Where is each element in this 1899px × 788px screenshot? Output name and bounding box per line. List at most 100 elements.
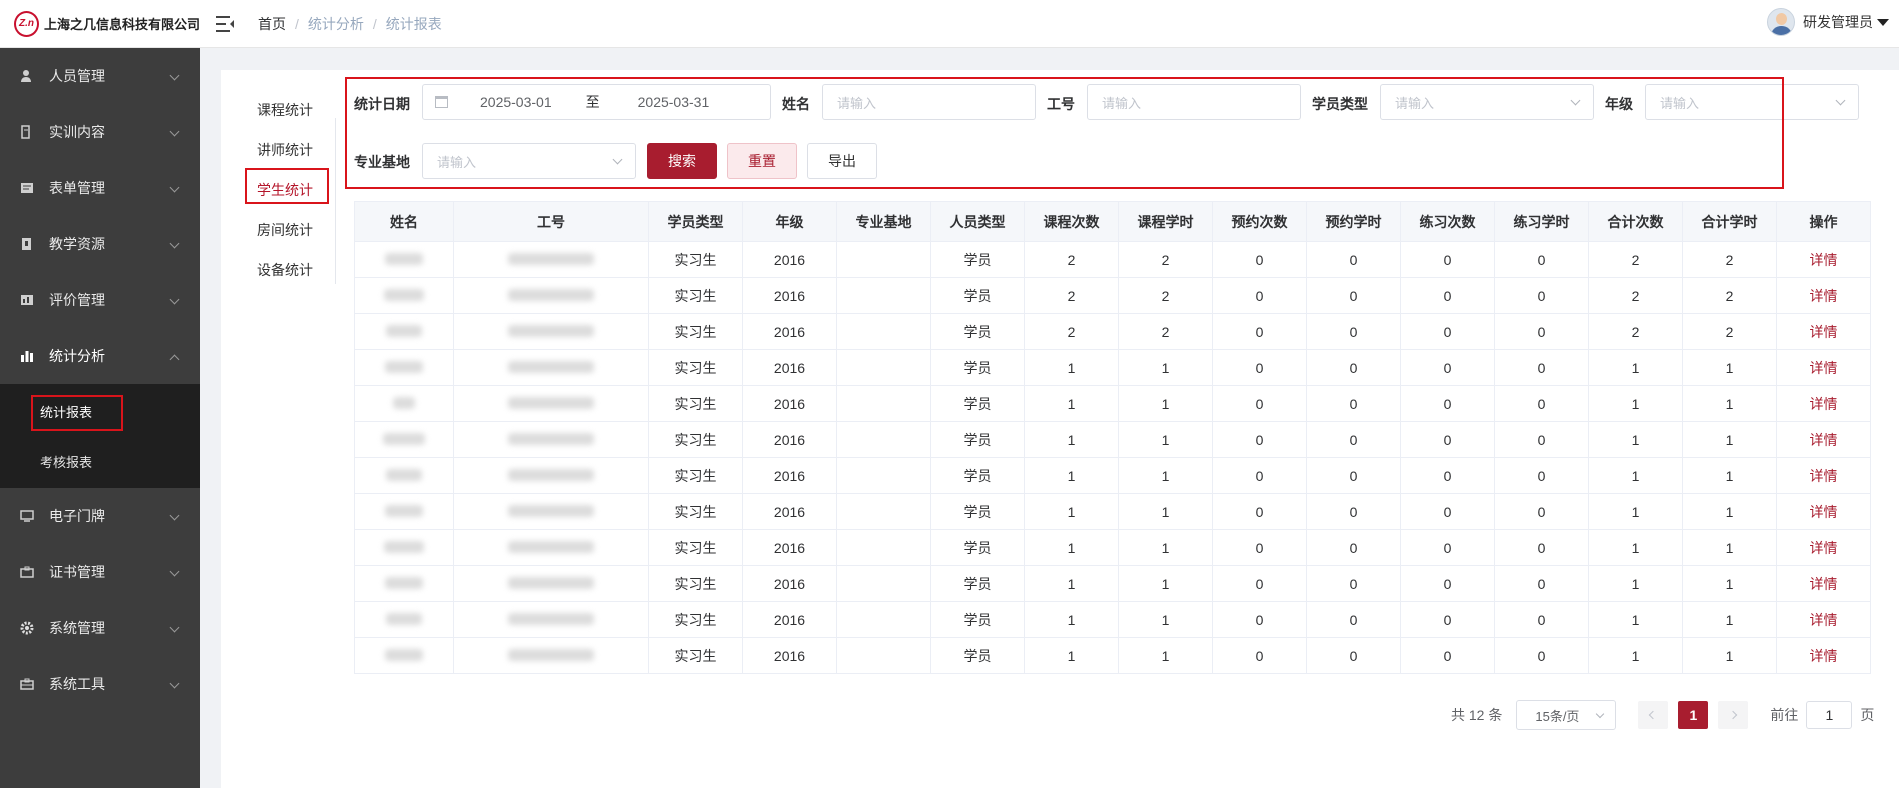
- menu-toggle-icon[interactable]: [216, 15, 234, 32]
- table-cell: 0: [1306, 529, 1401, 566]
- tab-student-stats[interactable]: 学生统计: [245, 170, 325, 210]
- table-cell: 0: [1212, 349, 1307, 386]
- detail-link[interactable]: 详情: [1810, 288, 1838, 304]
- table-cell: 1: [1682, 385, 1777, 422]
- cell-id-redacted: [453, 421, 649, 458]
- detail-link[interactable]: 详情: [1810, 540, 1838, 556]
- table-cell: 0: [1494, 385, 1589, 422]
- table-cell: 1: [1024, 565, 1119, 602]
- table-cell: 1: [1024, 637, 1119, 674]
- table-cell: 0: [1494, 457, 1589, 494]
- detail-link[interactable]: 详情: [1810, 468, 1838, 484]
- table-cell: 0: [1212, 565, 1307, 602]
- table-cell: 0: [1400, 421, 1495, 458]
- goto-page-input[interactable]: 1: [1806, 701, 1853, 729]
- chevron-down-icon: [169, 182, 180, 193]
- sidebar-item-resources[interactable]: 教学资源: [0, 216, 200, 272]
- sidebar-item-door-sign[interactable]: 电子门牌: [0, 488, 200, 544]
- id-placeholder: 请输入: [1102, 95, 1142, 111]
- tab-teacher-stats[interactable]: 讲师统计: [245, 130, 325, 170]
- date-end-value[interactable]: 2025-03-31: [638, 94, 710, 110]
- id-label: 工号: [1047, 96, 1075, 112]
- detail-link[interactable]: 详情: [1810, 648, 1838, 664]
- export-button[interactable]: 导出: [807, 143, 877, 179]
- sidebar-item-statistics[interactable]: 统计分析: [0, 328, 200, 384]
- table-cell: 1: [1024, 457, 1119, 494]
- table-cell: 学员: [930, 637, 1025, 674]
- detail-link[interactable]: 详情: [1810, 396, 1838, 412]
- type-select[interactable]: 请输入: [1380, 84, 1594, 120]
- table-cell: 学员: [930, 421, 1025, 458]
- table-cell: 0: [1400, 241, 1495, 278]
- table-cell: 实习生: [648, 457, 743, 494]
- chevron-down-icon: [1596, 709, 1605, 719]
- cell-id-redacted: [453, 277, 649, 314]
- page-size-select[interactable]: 15条/页: [1516, 700, 1617, 730]
- breadcrumb-home[interactable]: 首页: [258, 14, 286, 34]
- table-cell: 1: [1682, 493, 1777, 530]
- chevron-down-icon: [169, 566, 180, 577]
- detail-link[interactable]: 详情: [1810, 360, 1838, 376]
- table-cell: 0: [1494, 493, 1589, 530]
- table-cell: 0: [1306, 637, 1401, 674]
- tab-device-stats[interactable]: 设备统计: [245, 250, 325, 290]
- tab-room-stats[interactable]: 房间统计: [245, 210, 325, 250]
- page-size-value: 15条/页: [1535, 708, 1580, 724]
- sidebar-subitem-assessment[interactable]: 考核报表: [0, 436, 200, 486]
- chevron-down-icon: [169, 126, 180, 137]
- name-placeholder: 请输入: [837, 95, 877, 111]
- sidebar-item-system[interactable]: 系统管理: [0, 600, 200, 656]
- table-cell: 2016: [742, 313, 837, 350]
- prev-page-button[interactable]: [1638, 701, 1669, 729]
- table-cell: 学员: [930, 277, 1025, 314]
- table-cell: 0: [1306, 349, 1401, 386]
- date-start-value[interactable]: 2025-03-01: [480, 94, 552, 110]
- detail-link[interactable]: 详情: [1810, 432, 1838, 448]
- sidebar-item-evaluation[interactable]: 评价管理: [0, 272, 200, 328]
- cell-id-redacted: [453, 601, 649, 638]
- table-cell: 1: [1024, 421, 1119, 458]
- detail-link[interactable]: 详情: [1810, 324, 1838, 340]
- cell-action: 详情: [1776, 565, 1871, 602]
- sidebar-item-certificates[interactable]: 证书管理: [0, 544, 200, 600]
- next-page-button[interactable]: [1718, 701, 1749, 729]
- table-cell: 0: [1400, 565, 1495, 602]
- detail-link[interactable]: 详情: [1810, 504, 1838, 520]
- cell-name-redacted: [354, 313, 454, 350]
- id-input[interactable]: 请输入: [1087, 84, 1301, 120]
- table-cell: 2: [1682, 241, 1777, 278]
- logo[interactable]: Z.n 上海之几信息科技有限公司: [0, 10, 200, 37]
- table-header-row: 姓名 工号 学员类型 年级 专业基地 人员类型 课程次数 课程学时 预约次数 预…: [354, 201, 1871, 242]
- column-header: 课程学时: [1118, 201, 1213, 242]
- date-separator: 至: [585, 94, 600, 110]
- sidebar-subitem-report[interactable]: 统计报表: [0, 386, 200, 436]
- sidebar-item-personnel[interactable]: 人员管理: [0, 48, 200, 104]
- goto-value: 1: [1825, 707, 1834, 723]
- page-number-current[interactable]: 1: [1678, 701, 1709, 729]
- grade-select[interactable]: 请输入: [1645, 84, 1859, 120]
- user-menu[interactable]: 研发管理员: [1767, 8, 1889, 36]
- detail-link[interactable]: 详情: [1810, 612, 1838, 628]
- base-select[interactable]: 请输入: [422, 143, 636, 179]
- detail-link[interactable]: 详情: [1810, 576, 1838, 592]
- reset-button[interactable]: 重置: [727, 143, 797, 179]
- date-range-picker[interactable]: 2025-03-01 至 2025-03-31: [422, 84, 771, 120]
- table-cell: 2016: [742, 529, 837, 566]
- name-input[interactable]: 请输入: [822, 84, 1036, 120]
- table-cell: 0: [1400, 529, 1495, 566]
- table-row: 实习生 2016 学员 1 1 0 0 0 0 1 1 详情: [354, 601, 1871, 638]
- sidebar-item-forms[interactable]: 表单管理: [0, 160, 200, 216]
- sidebar-item-training[interactable]: 实训内容: [0, 104, 200, 160]
- table-cell: 实习生: [648, 421, 743, 458]
- table-cell: [836, 241, 931, 278]
- detail-link[interactable]: 详情: [1810, 252, 1838, 268]
- table-cell: 1: [1118, 457, 1213, 494]
- grade-placeholder: 请输入: [1660, 95, 1700, 111]
- search-button[interactable]: 搜索: [647, 143, 717, 179]
- tab-course-stats[interactable]: 课程统计: [245, 90, 325, 130]
- table-cell: 2016: [742, 601, 837, 638]
- table-cell: 1: [1588, 457, 1683, 494]
- table-cell: 0: [1494, 529, 1589, 566]
- sidebar-item-tools[interactable]: 系统工具: [0, 656, 200, 712]
- table-row: 实习生 2016 学员 1 1 0 0 0 0 1 1 详情: [354, 637, 1871, 674]
